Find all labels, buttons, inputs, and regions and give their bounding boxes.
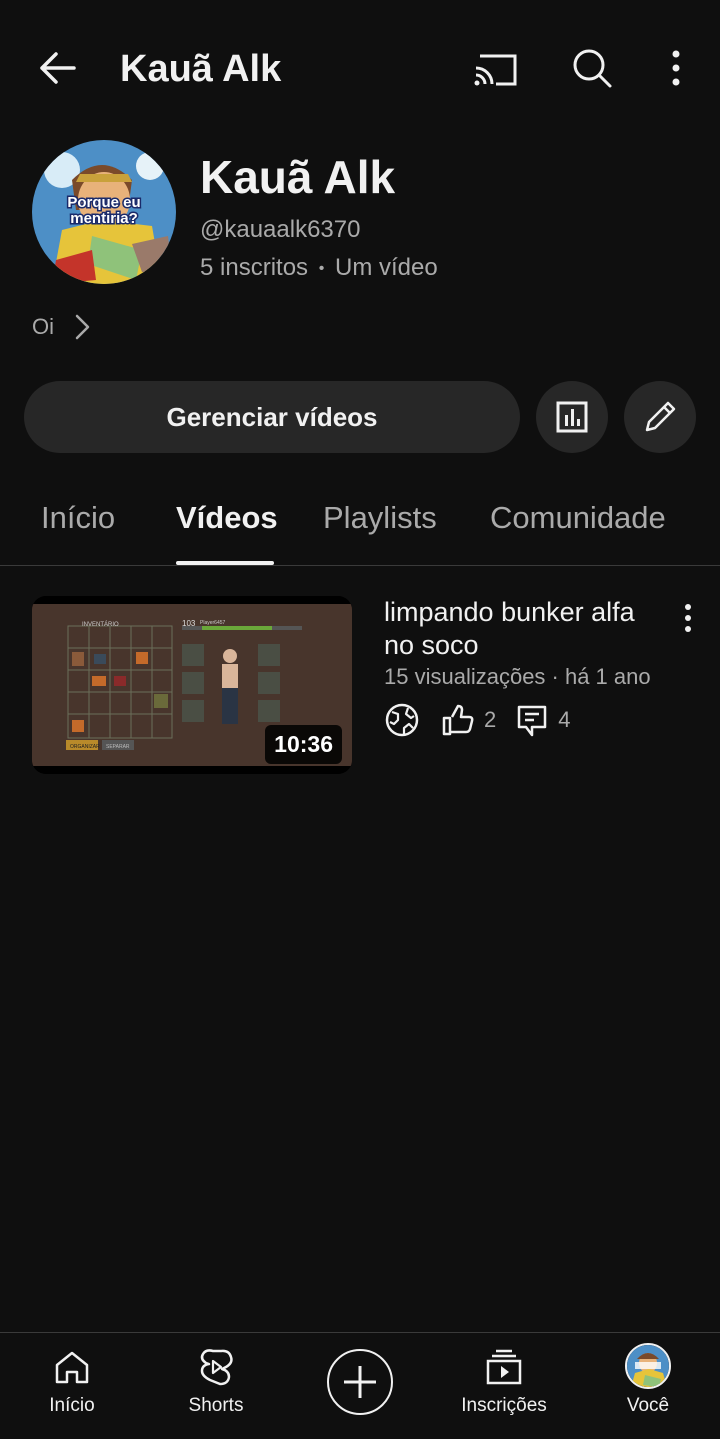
video-count: Um vídeo <box>335 254 438 281</box>
active-tab-indicator <box>176 561 274 565</box>
edit-channel-button[interactable] <box>624 381 696 453</box>
search-icon <box>573 49 612 88</box>
tab-comunidade[interactable]: Comunidade <box>490 500 666 536</box>
video-title[interactable]: limpando bunker alfa no soco <box>384 596 664 662</box>
globe-icon <box>385 703 419 737</box>
nav-shorts-label: Shorts <box>188 1395 244 1416</box>
header-title: Kauã Alk <box>120 48 282 90</box>
more-vert-icon <box>685 604 691 632</box>
chevron-right-icon <box>75 314 90 340</box>
analytics-icon <box>556 401 588 433</box>
tab-inicio[interactable]: Início <box>41 500 115 536</box>
channel-name: Kauã Alk <box>200 151 396 203</box>
create-plus-icon <box>344 1366 376 1398</box>
like-icon <box>442 704 474 736</box>
nav-you-label: Você <box>626 1395 670 1416</box>
nav-you[interactable]: Você <box>576 1333 720 1439</box>
nav-shorts[interactable]: Shorts <box>144 1333 288 1439</box>
more-options-button[interactable] <box>660 44 692 92</box>
bottom-navigation: Início Shorts Inscrições Você <box>0 1332 720 1439</box>
stats-separator: • <box>318 259 325 277</box>
nav-home[interactable]: Início <box>0 1333 144 1439</box>
like-count: 2 <box>484 707 497 732</box>
manage-videos-button[interactable]: Gerenciar vídeos <box>24 381 520 453</box>
thumb-level: 103 <box>182 619 196 628</box>
channel-avatar[interactable]: Porque eu mentiria? <box>32 140 176 284</box>
avatar-caption-line-2: mentiria? <box>70 210 138 227</box>
pencil-icon <box>645 401 676 432</box>
cast-icon <box>474 54 517 86</box>
channel-handle: @kauaalk6370 <box>200 216 361 243</box>
thumb-player: Player6457 <box>200 620 226 626</box>
thumb-organize-button-label: ORGANIZAR <box>70 744 100 750</box>
shorts-icon <box>196 1347 236 1387</box>
avatar-caption-line-1: Porque eu <box>67 194 140 211</box>
thumb-separate-button-label: SEPARAR <box>106 744 130 750</box>
analytics-button[interactable] <box>536 381 608 453</box>
video-more-button[interactable] <box>676 600 700 636</box>
nav-subscriptions[interactable]: Inscrições <box>432 1333 576 1439</box>
subscriptions-icon <box>484 1347 524 1387</box>
top-app-bar: Kauã Alk <box>0 0 720 140</box>
thumb-inventory-label: INVENTÁRIO <box>82 621 119 628</box>
avatar <box>625 1343 671 1389</box>
search-button[interactable] <box>568 44 616 92</box>
channel-description[interactable]: Oi <box>32 310 92 344</box>
more-vert-icon <box>672 50 680 86</box>
channel-tabs: Início Vídeos Playlists Comunidade <box>0 486 720 566</box>
tab-videos[interactable]: Vídeos <box>176 500 278 536</box>
comment-count: 4 <box>558 707 571 732</box>
nav-subscriptions-label: Inscrições <box>461 1395 547 1416</box>
create-button[interactable] <box>327 1349 393 1415</box>
nav-home-label: Início <box>49 1395 95 1416</box>
back-arrow-icon <box>40 52 76 84</box>
avatar-image: Porque eu mentiria? <box>32 140 176 284</box>
subscriber-count: 5 inscritos <box>200 254 309 281</box>
video-thumbnail[interactable]: INVENTÁRIO 103 Player6457 ORGANIZAR SEPA… <box>32 596 352 774</box>
video-stats-row: 2 4 <box>384 702 571 738</box>
video-list-item[interactable]: INVENTÁRIO 103 Player6457 ORGANIZAR SEPA… <box>0 596 720 776</box>
video-duration: 10:36 <box>265 725 342 764</box>
tab-playlists[interactable]: Playlists <box>323 500 437 536</box>
description-text: Oi <box>32 314 54 339</box>
comment-icon <box>518 705 547 737</box>
channel-stats: 5 inscritos • Um vídeo <box>200 254 438 282</box>
video-meta: 15 visualizações · há 1 ano <box>384 664 651 689</box>
back-button[interactable] <box>30 44 84 92</box>
home-icon <box>52 1347 92 1387</box>
cast-button[interactable] <box>470 46 522 92</box>
